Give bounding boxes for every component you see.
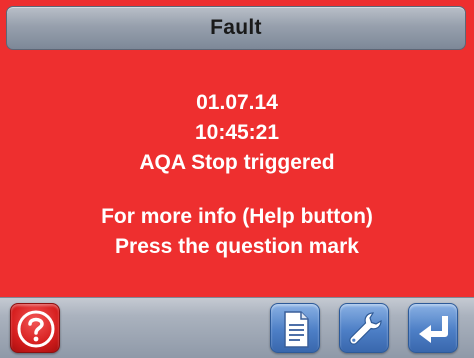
question-mark-icon — [17, 310, 55, 348]
service-button[interactable] — [339, 303, 389, 353]
fault-time: 10:45:21 — [194, 121, 280, 144]
help-hint-line-1: For more info (Help button) — [101, 205, 373, 228]
page-title: Fault — [210, 16, 262, 39]
document-icon — [284, 311, 309, 348]
bottom-toolbar — [0, 297, 474, 358]
title-bar: Fault — [6, 6, 466, 50]
enter-arrow-icon — [419, 316, 448, 343]
fault-event: AQA Stop triggered — [139, 151, 335, 174]
help-hint-line-2: Press the question mark — [115, 235, 359, 258]
fault-message: 01.07.14 10:45:21 AQA Stop triggered For… — [0, 56, 474, 290]
fault-date: 01.07.14 — [196, 91, 278, 114]
wrench-icon — [349, 312, 382, 345]
enter-button[interactable] — [408, 303, 458, 353]
help-button[interactable] — [10, 303, 60, 353]
document-button[interactable] — [270, 303, 320, 353]
